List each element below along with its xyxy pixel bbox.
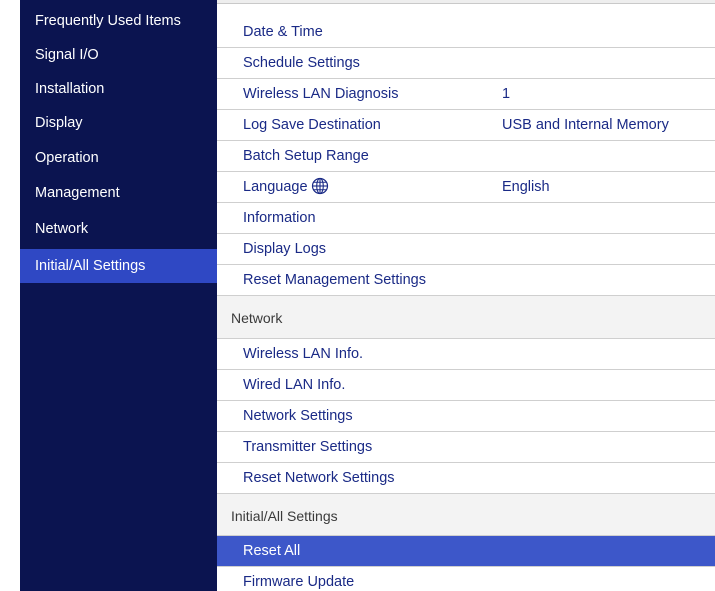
row-label: Reset Network Settings [243, 470, 395, 486]
section-header-network: Network [217, 296, 715, 339]
section-header-initial-all-settings: Initial/All Settings [217, 494, 715, 536]
row-network-settings[interactable]: Network Settings [217, 401, 715, 432]
section-label: Network [231, 310, 283, 326]
row-date-time[interactable]: Date & Time [217, 17, 715, 48]
row-label: Date & Time [243, 24, 323, 40]
section-header-management-partial [217, 0, 715, 4]
row-transmitter-settings[interactable]: Transmitter Settings [217, 432, 715, 463]
row-display-logs[interactable]: Display Logs [217, 234, 715, 265]
row-reset-management-settings[interactable]: Reset Management Settings [217, 265, 715, 296]
sidebar-item-display[interactable]: Display [20, 106, 217, 140]
row-reset-all[interactable]: Reset All [217, 536, 715, 567]
row-label: Transmitter Settings [243, 439, 373, 455]
row-label: Display Logs [243, 241, 327, 257]
globe-icon [311, 177, 328, 194]
row-wired-lan-info[interactable]: Wired LAN Info. [217, 370, 715, 401]
sidebar: Frequently Used Items Signal I/O Install… [20, 0, 217, 591]
row-wireless-lan-diagnosis[interactable]: Wireless LAN Diagnosis 1 [217, 79, 715, 110]
row-label: Batch Setup Range [243, 148, 369, 164]
row-label: Language [243, 179, 308, 195]
row-log-save-destination[interactable]: Log Save Destination USB and Internal Me… [217, 110, 715, 141]
row-label: Wireless LAN Diagnosis [243, 86, 399, 102]
sidebar-item-management[interactable]: Management [20, 176, 217, 210]
row-label: Schedule Settings [243, 55, 360, 71]
sidebar-item-operation[interactable]: Operation [20, 141, 217, 175]
row-label: Wireless LAN Info. [243, 346, 364, 362]
row-value: English [502, 179, 550, 195]
sidebar-item-installation[interactable]: Installation [20, 72, 217, 106]
sidebar-item-frequently-used-items[interactable]: Frequently Used Items [20, 4, 217, 38]
row-batch-setup-range[interactable]: Batch Setup Range [217, 141, 715, 172]
row-value: USB and Internal Memory [502, 117, 669, 133]
sidebar-item-signal-io[interactable]: Signal I/O [20, 38, 217, 72]
row-schedule-settings[interactable]: Schedule Settings [217, 48, 715, 79]
row-firmware-update[interactable]: Firmware Update [217, 567, 715, 591]
row-label: Firmware Update [243, 574, 355, 590]
section-label: Initial/All Settings [231, 508, 338, 524]
row-label: Information [243, 210, 316, 226]
projector-menu-screen: Frequently Used Items Signal I/O Install… [0, 0, 715, 591]
row-wireless-lan-info[interactable]: Wireless LAN Info. [217, 339, 715, 370]
row-label: Wired LAN Info. [243, 377, 346, 393]
settings-list: Date & Time Schedule Settings Wireless L… [217, 0, 715, 591]
row-label: Log Save Destination [243, 117, 381, 133]
row-reset-network-settings[interactable]: Reset Network Settings [217, 463, 715, 494]
row-label: Reset All [243, 543, 301, 559]
row-value: 1 [502, 86, 511, 102]
row-label: Network Settings [243, 408, 353, 424]
sidebar-item-initial-all-settings[interactable]: Initial/All Settings [20, 249, 217, 283]
sidebar-item-network[interactable]: Network [20, 212, 217, 246]
row-label: Reset Management Settings [243, 272, 426, 288]
row-information[interactable]: Information [217, 203, 715, 234]
row-language[interactable]: Language English [217, 172, 715, 203]
row-label-wrap: Language [243, 172, 329, 203]
